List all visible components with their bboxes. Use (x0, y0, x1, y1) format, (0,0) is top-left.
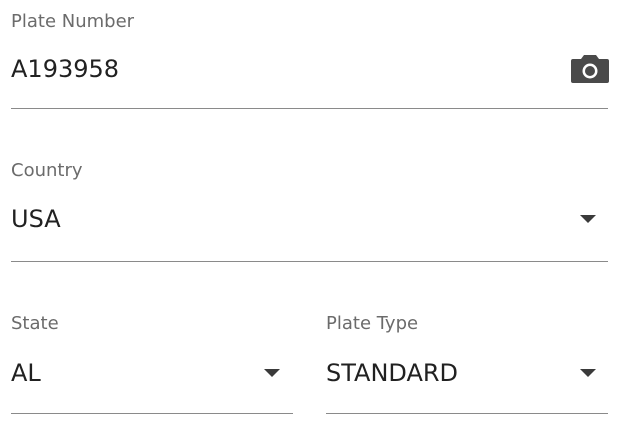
camera-icon (571, 55, 609, 83)
plate-number-underline (11, 108, 608, 109)
country-underline (11, 261, 608, 262)
plate-number-input[interactable]: A193958 (11, 55, 551, 83)
state-label: State (11, 313, 59, 334)
plate-type-label: Plate Type (326, 313, 419, 334)
country-select[interactable] (11, 195, 608, 255)
camera-button[interactable] (571, 55, 609, 83)
state-underline (11, 413, 293, 414)
plate-number-label: Plate Number (11, 11, 135, 32)
state-select[interactable] (11, 348, 293, 408)
plate-type-select[interactable] (326, 348, 608, 408)
plate-type-underline (326, 413, 608, 414)
vehicle-plate-form: Plate Number A193958 Country USA State A… (0, 0, 628, 431)
country-label: Country (11, 160, 83, 181)
